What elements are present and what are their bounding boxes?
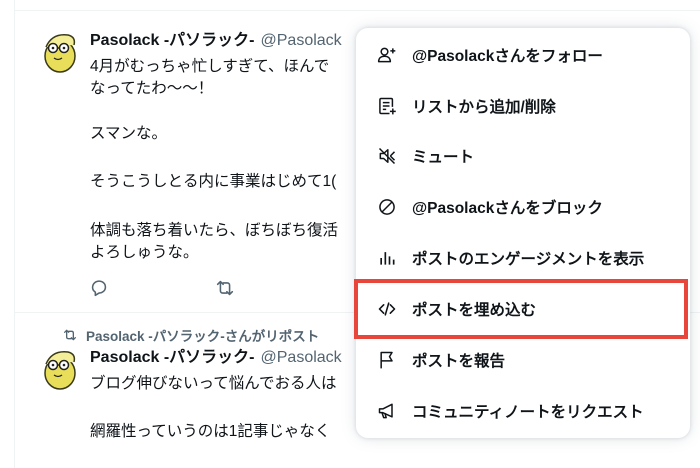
author-handle[interactable]: @Pasolack	[261, 32, 342, 49]
tweet-text-line: 4月がむっちゃ忙しすぎて、ほんで	[90, 58, 330, 75]
repost-note-text[interactable]: Pasolack -パソラック-さんがリポスト	[86, 325, 319, 345]
tweet-text-line: 網羅性っていうのは1記事じゃなく	[90, 423, 331, 440]
tweet-text-line: なってたわ〜〜！	[90, 80, 214, 97]
menu-item-report[interactable]: ポストを報告	[356, 335, 690, 385]
menu-item-label: リストから追加/削除	[412, 99, 556, 116]
repost-note: Pasolack -パソラック-さんがリポスト	[62, 325, 319, 345]
reply-icon[interactable]	[88, 277, 110, 299]
menu-item-label: ポストを埋め込む	[412, 302, 537, 319]
tweet-text-line: そうこうしとる内に事業はじめて1(	[90, 173, 337, 190]
tweet-actions	[88, 277, 236, 299]
tweet-text-line: スマンな。	[90, 125, 168, 142]
menu-item-label: @Pasolackさんをフォロー	[412, 48, 603, 65]
avatar-character-icon	[44, 351, 76, 390]
menu-item-community-note[interactable]: コミュニティノートをリクエスト	[356, 386, 690, 436]
tweet-text-line: よろしゅうな。	[90, 244, 199, 261]
menu-item-block[interactable]: @Pasolackさんをブロック	[356, 182, 690, 232]
menu-item-lists[interactable]: リストから追加/削除	[356, 81, 690, 131]
menu-item-label: コミュニティノートをリクエスト	[412, 404, 644, 421]
tweet-more-menu: @Pasolackさんをフォロー リストから追加/削除 ミュート @Pasola…	[356, 28, 690, 438]
tweet-text-line: ブログ伸びないって悩んでおる人は	[90, 375, 337, 392]
block-icon	[376, 196, 398, 218]
retweet-icon	[64, 329, 76, 341]
menu-item-follow[interactable]: @Pasolackさんをフォロー	[356, 30, 690, 80]
embed-code-icon	[376, 298, 398, 320]
community-note-icon	[376, 400, 398, 422]
author-name[interactable]: Pasolack -パソラック-	[90, 32, 255, 49]
menu-item-mute[interactable]: ミュート	[356, 131, 690, 181]
tweet-text-line: 体調も落ち着いたら、ぼちぼち復活	[90, 222, 339, 239]
engagement-chart-icon	[376, 247, 398, 269]
follow-user-icon	[376, 44, 398, 66]
menu-item-engagement[interactable]: ポストのエンゲージメントを表示	[356, 233, 690, 283]
menu-item-embed[interactable]: ポストを埋め込む	[356, 284, 690, 334]
mute-icon	[376, 145, 398, 167]
avatar[interactable]	[38, 346, 82, 390]
tweet-header: Pasolack -パソラック- @Pasolack	[90, 31, 342, 51]
tweet-header: Pasolack -パソラック- @Pasolack	[90, 348, 342, 368]
list-add-icon	[376, 95, 398, 117]
author-name[interactable]: Pasolack -パソラック-	[90, 349, 255, 366]
author-handle[interactable]: @Pasolack	[261, 349, 342, 366]
menu-item-label: ポストのエンゲージメントを表示	[412, 251, 645, 268]
avatar-character-icon	[44, 34, 76, 73]
menu-item-label: @Pasolackさんをブロック	[412, 200, 603, 217]
avatar[interactable]	[38, 29, 82, 73]
menu-item-label: ミュート	[412, 149, 475, 166]
report-flag-icon	[376, 349, 398, 371]
menu-item-label: ポストを報告	[412, 353, 506, 370]
retweet-icon[interactable]	[214, 277, 236, 299]
